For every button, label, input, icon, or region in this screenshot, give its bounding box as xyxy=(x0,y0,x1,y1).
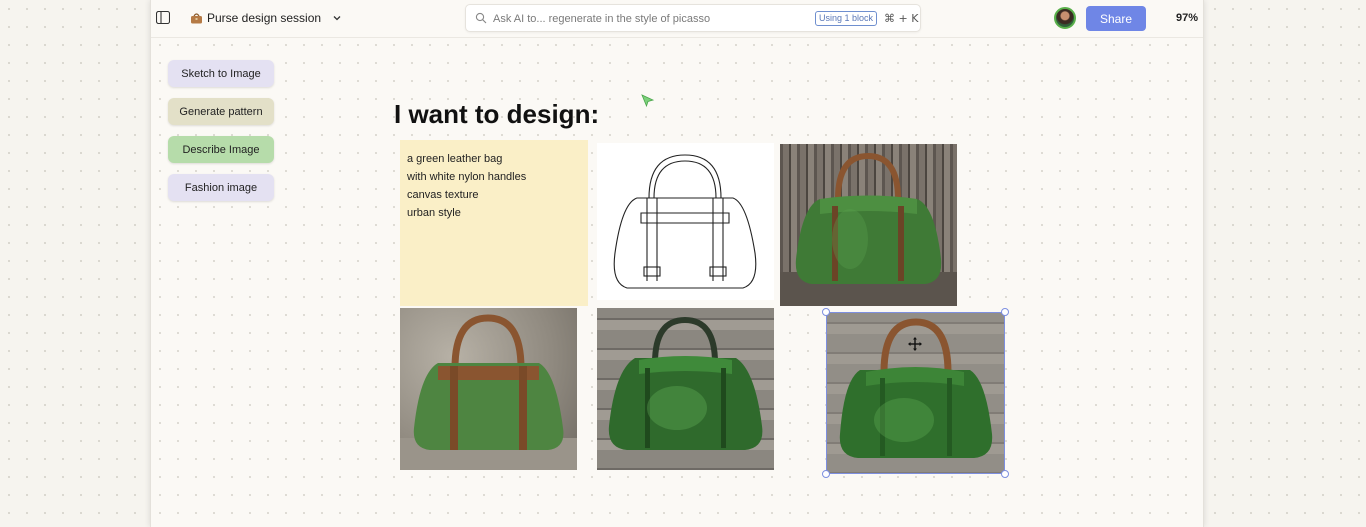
canvas-heading[interactable]: I want to design: xyxy=(394,99,599,130)
chevron-down-icon xyxy=(333,16,341,21)
generate-pattern-button[interactable]: Generate pattern xyxy=(168,98,274,125)
green-canvas-bag-icon xyxy=(400,314,577,470)
sidebar-toggle-icon[interactable] xyxy=(156,11,170,24)
zoom-level[interactable]: 97% xyxy=(1176,12,1198,24)
move-cursor-icon xyxy=(908,337,922,351)
generated-bag-image[interactable] xyxy=(400,308,577,470)
session-title: Purse design session xyxy=(207,11,322,25)
sketch-to-image-button[interactable]: Sketch to Image xyxy=(168,60,274,87)
fashion-image-button[interactable]: Fashion image xyxy=(168,174,274,201)
note-line: a green leather bag xyxy=(407,153,503,165)
note-line: urban style xyxy=(407,207,461,219)
app-window: Purse design session Using 1 block ⌘ + K… xyxy=(150,0,1204,527)
keyboard-shortcut: ⌘ + K xyxy=(884,12,919,25)
note-line: with white nylon handles xyxy=(407,171,527,183)
block-count-badge: Using 1 block xyxy=(815,11,878,26)
generated-bag-image[interactable] xyxy=(597,308,774,470)
purse-icon xyxy=(191,13,202,24)
green-leather-bag-icon xyxy=(608,316,763,450)
sticky-note[interactable]: a green leather bag with white nylon han… xyxy=(400,140,588,306)
search-icon xyxy=(475,12,487,24)
ai-search-bar[interactable]: Using 1 block ⌘ + K xyxy=(465,4,921,32)
green-bag-icon xyxy=(780,152,957,306)
describe-image-button[interactable]: Describe Image xyxy=(168,136,274,163)
top-bar: Purse design session Using 1 block ⌘ + K… xyxy=(151,0,1203,38)
ai-prompt-input[interactable] xyxy=(493,10,793,28)
note-line: canvas texture xyxy=(407,189,479,201)
bag-sketch-drawing xyxy=(613,154,757,289)
bag-sketch-image[interactable] xyxy=(597,143,774,300)
generated-bag-image[interactable] xyxy=(780,144,957,306)
share-button[interactable]: Share xyxy=(1086,6,1146,31)
session-title-dropdown[interactable]: Purse design session xyxy=(190,11,343,25)
collaborator-cursor-icon xyxy=(641,94,655,108)
avatar[interactable] xyxy=(1054,7,1076,29)
